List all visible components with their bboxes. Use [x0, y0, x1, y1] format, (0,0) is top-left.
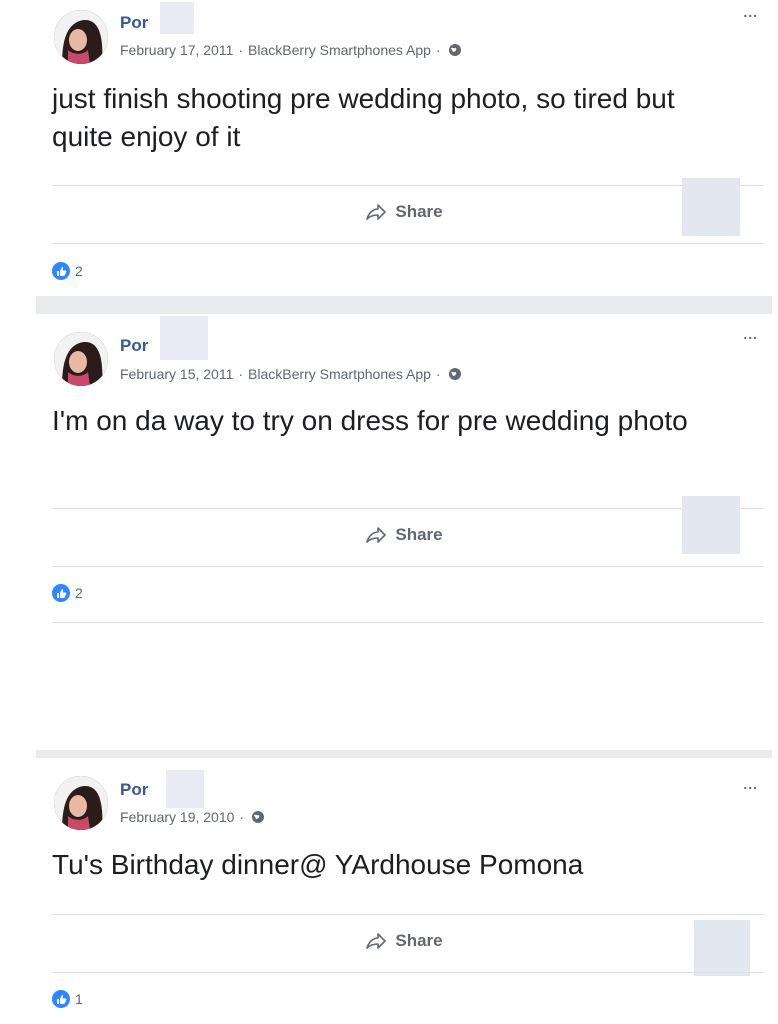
thumbs-up-icon	[52, 990, 70, 1008]
feed-separator	[36, 296, 772, 314]
redacted-block	[682, 178, 740, 236]
divider	[52, 914, 764, 915]
post-date[interactable]: February 17, 2011	[120, 42, 233, 58]
thumbs-up-icon	[52, 584, 70, 602]
more-options-icon[interactable]: ...	[743, 326, 758, 342]
post-text: just finish shooting pre wedding photo, …	[52, 83, 675, 152]
post-meta: February 17, 2011 · BlackBerry Smartphon…	[120, 42, 462, 58]
author-name[interactable]: Por	[120, 780, 148, 800]
like-count: 1	[75, 991, 83, 1007]
post-meta: February 19, 2010 ·	[120, 809, 265, 825]
share-label: Share	[395, 525, 443, 544]
share-button[interactable]: Share	[36, 931, 772, 951]
avatar[interactable]	[54, 10, 108, 64]
divider	[52, 622, 764, 623]
share-arrow-icon	[366, 204, 387, 220]
share-arrow-icon	[366, 527, 387, 543]
share-arrow-icon	[366, 933, 387, 949]
post-card: Por February 17, 2011 · BlackBerry Smart…	[36, 0, 772, 296]
avatar[interactable]	[54, 776, 108, 830]
post-card: Por February 19, 2010 · ... Tu's Birthda…	[36, 758, 772, 1024]
share-button[interactable]: Share	[36, 202, 772, 222]
reaction-summary[interactable]: 1	[52, 990, 83, 1008]
post-text: Tu's Birthday dinner@ YArdhouse Pomona	[52, 849, 584, 880]
post-card: Por February 15, 2011 · BlackBerry Smart…	[36, 314, 772, 624]
more-options-icon[interactable]: ...	[743, 776, 758, 792]
post-text: I'm on da way to try on dress for pre we…	[52, 405, 688, 436]
share-label: Share	[395, 931, 443, 950]
globe-icon[interactable]	[448, 367, 462, 381]
share-label: Share	[395, 202, 443, 221]
post-app[interactable]: BlackBerry Smartphones App	[248, 42, 431, 58]
divider	[52, 566, 764, 567]
more-options-icon[interactable]: ...	[743, 4, 758, 20]
meta-separator: ·	[435, 42, 441, 58]
globe-icon[interactable]	[251, 810, 265, 824]
author-name[interactable]: Por	[120, 13, 148, 33]
redacted-name-block	[160, 2, 194, 34]
redacted-block	[694, 920, 750, 976]
divider	[52, 185, 764, 186]
like-count: 2	[75, 263, 83, 279]
divider	[52, 243, 764, 244]
meta-separator: ·	[238, 366, 244, 382]
meta-separator: ·	[239, 809, 245, 825]
post-app[interactable]: BlackBerry Smartphones App	[248, 366, 431, 382]
thumbs-up-icon	[52, 262, 70, 280]
post-date[interactable]: February 19, 2010	[120, 809, 234, 825]
post-meta: February 15, 2011 · BlackBerry Smartphon…	[120, 366, 462, 382]
redacted-block	[682, 496, 740, 554]
redacted-name-block	[160, 316, 208, 360]
divider	[52, 972, 764, 973]
avatar[interactable]	[54, 332, 108, 386]
globe-icon[interactable]	[448, 43, 462, 57]
reaction-summary[interactable]: 2	[52, 584, 83, 602]
feed-separator	[36, 750, 772, 758]
share-button[interactable]: Share	[36, 525, 772, 545]
meta-separator: ·	[238, 42, 244, 58]
reaction-summary[interactable]: 2	[52, 262, 83, 280]
meta-separator: ·	[435, 366, 441, 382]
author-name[interactable]: Por	[120, 336, 148, 356]
redacted-name-block	[166, 770, 204, 808]
like-count: 2	[75, 585, 83, 601]
post-date[interactable]: February 15, 2011	[120, 366, 233, 382]
divider	[52, 508, 764, 509]
